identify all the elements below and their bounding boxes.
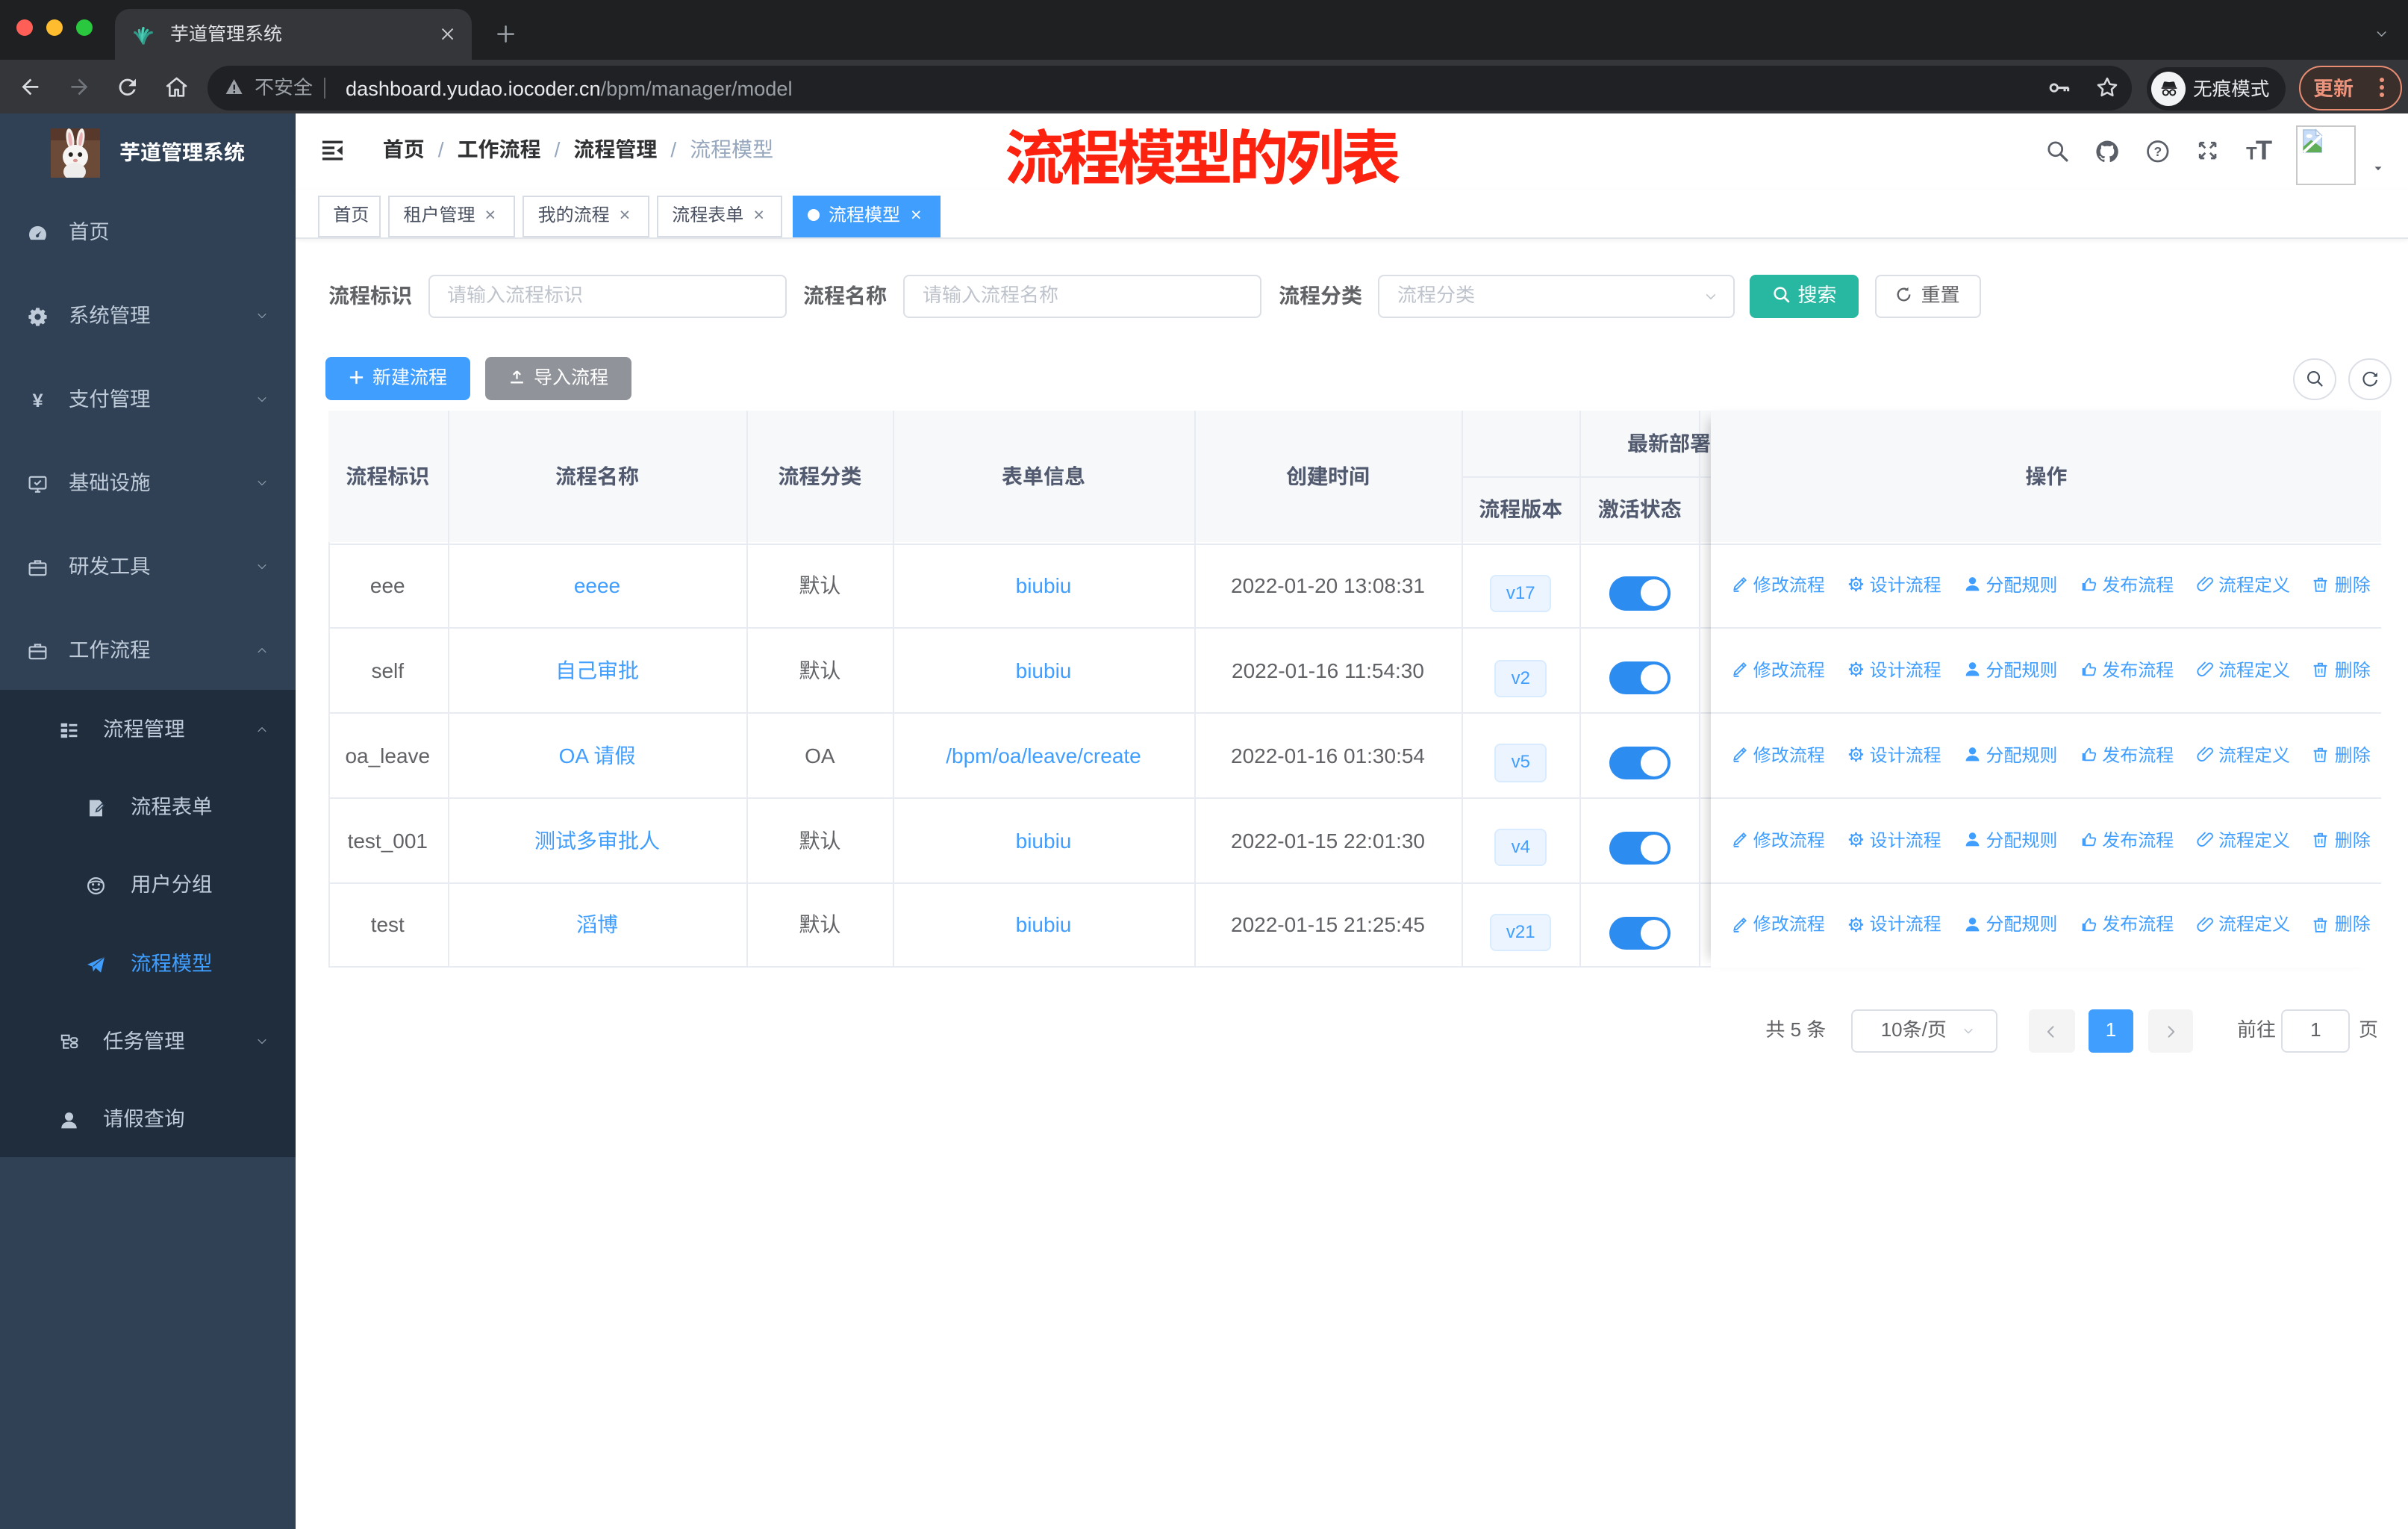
svg-text:?: ? <box>2153 144 2162 159</box>
svg-text:T: T <box>2255 136 2271 164</box>
svg-text:¥: ¥ <box>31 390 42 411</box>
